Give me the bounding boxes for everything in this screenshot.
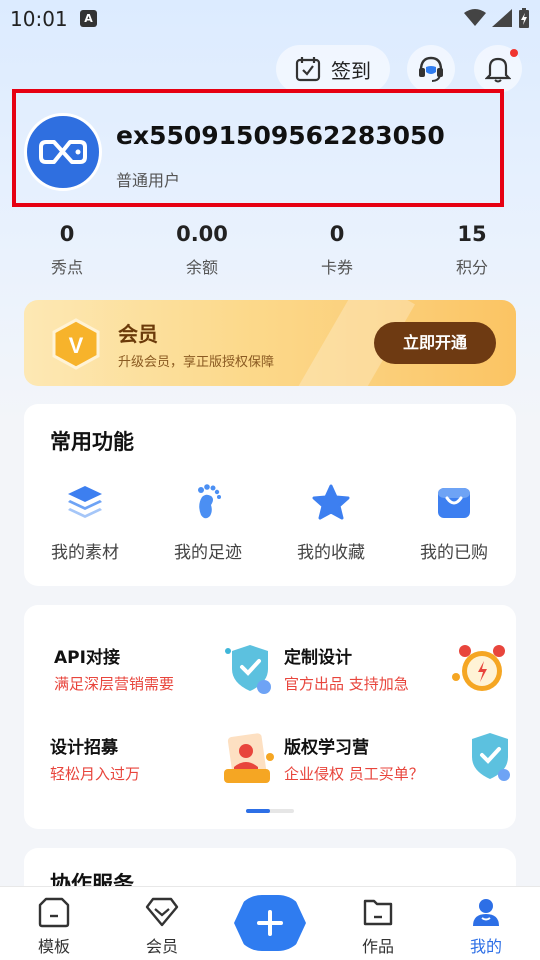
signal-icon — [492, 9, 512, 27]
nav-label: 模板 — [37, 937, 70, 956]
stat-value: 0 — [59, 222, 75, 246]
stat-label: 余额 — [185, 258, 218, 277]
promo-subtitle: 轻松月入过万 — [50, 765, 141, 783]
vip-badge-letter: V — [69, 333, 84, 358]
func-my-favorites[interactable]: 我的收藏 — [276, 482, 386, 563]
nav-label: 会员 — [145, 937, 178, 956]
nav-templates[interactable]: 模板 — [14, 895, 94, 957]
nav-label: 作品 — [361, 937, 394, 956]
template-icon — [37, 895, 71, 929]
alarm-clock-icon — [452, 645, 505, 691]
shield-check-icon — [225, 645, 271, 694]
user-icon — [469, 895, 503, 929]
stat-coupons[interactable]: 0 卡券 — [297, 222, 377, 278]
shopping-bag-icon — [434, 482, 474, 522]
profile-card[interactable]: ex55091509562283050 普通用户 — [12, 89, 504, 207]
sign-in-label: 签到 — [331, 58, 371, 83]
stat-xiudian[interactable]: 0 秀点 — [27, 222, 107, 278]
promo-subtitle: 满足深层营销需要 — [54, 675, 175, 693]
func-label: 我的已购 — [420, 543, 488, 563]
nav-label: 我的 — [469, 937, 502, 956]
nav-vip[interactable]: 会员 — [122, 895, 202, 957]
stat-value: 0.00 — [176, 222, 228, 246]
stat-value: 0 — [329, 222, 345, 246]
username: ex55091509562283050 — [116, 121, 445, 150]
status-bar: 10:01 A — [0, 0, 540, 38]
headset-icon — [419, 56, 443, 82]
sign-in-button[interactable]: 签到 — [276, 45, 390, 93]
promo-copyright-camp[interactable]: 版权学习营 企业侵权 员工买单？ — [284, 733, 514, 803]
vip-badge-icon: V — [52, 318, 100, 370]
func-label: 我的收藏 — [297, 543, 365, 563]
bottom-nav: 模板 会员 作品 我的 — [0, 886, 540, 960]
promo-title: 定制设计 — [284, 648, 352, 668]
bell-icon — [485, 57, 511, 83]
layers-icon — [65, 482, 105, 522]
stat-points[interactable]: 15 积分 — [432, 222, 512, 278]
battery-icon — [519, 8, 529, 28]
promo-title: API对接 — [54, 648, 120, 668]
promo-subtitle: 企业侵权 员工买单？ — [284, 765, 424, 783]
accessibility-icon: A — [80, 10, 97, 27]
stat-label: 秀点 — [50, 258, 83, 277]
stat-label: 卡券 — [320, 258, 353, 277]
promo-title: 版权学习营 — [284, 738, 369, 758]
nav-mine[interactable]: 我的 — [446, 895, 526, 957]
promo-title: 设计招募 — [50, 738, 118, 758]
func-label: 我的素材 — [51, 543, 119, 563]
vip-subtitle: 升级会员，享正版授权保障 — [118, 355, 275, 370]
folder-icon — [361, 895, 395, 929]
status-time: 10:01 — [10, 7, 68, 31]
stat-label: 积分 — [455, 258, 488, 277]
vip-open-button[interactable]: 立即开通 — [374, 322, 496, 364]
avatar[interactable] — [24, 113, 102, 191]
designer-icon — [224, 733, 274, 783]
func-label: 我的足迹 — [174, 543, 242, 563]
promo-card: API对接 满足深层营销需要 定制设计 官方出品 支持加急 设计招募 轻松月入过… — [24, 605, 516, 829]
promo-subtitle: 官方出品 支持加急 — [284, 675, 409, 693]
user-type: 普通用户 — [116, 171, 181, 190]
func-my-materials[interactable]: 我的素材 — [30, 482, 140, 563]
promo-custom-design[interactable]: 定制设计 官方出品 支持加急 — [284, 643, 514, 713]
promo-api[interactable]: API对接 满足深层营销需要 — [54, 643, 284, 713]
stat-value: 15 — [457, 222, 487, 246]
diamond-icon — [145, 895, 179, 929]
promo-design-recruit[interactable]: 设计招募 轻松月入过万 — [50, 733, 280, 803]
create-button[interactable] — [234, 895, 306, 951]
stat-balance[interactable]: 0.00 余额 — [162, 222, 242, 278]
notification-button[interactable] — [474, 45, 522, 93]
wifi-icon — [464, 9, 486, 26]
carousel-indicator-active — [246, 809, 270, 813]
nav-works[interactable]: 作品 — [338, 895, 418, 957]
plus-icon — [257, 910, 283, 936]
status-icons — [464, 8, 530, 28]
stats-row: 0 秀点 0.00 余额 0 卡券 15 积分 — [0, 222, 540, 284]
star-icon — [311, 482, 351, 522]
vip-banner[interactable]: V 会员 升级会员，享正版授权保障 立即开通 — [24, 300, 516, 386]
notification-dot — [510, 49, 518, 57]
shield-check-icon — [472, 733, 510, 781]
customer-service-button[interactable] — [407, 45, 455, 93]
calendar-check-icon — [295, 57, 321, 82]
logo-icon — [39, 140, 87, 164]
func-my-purchases[interactable]: 我的已购 — [399, 482, 509, 563]
func-my-footprints[interactable]: 我的足迹 — [153, 482, 263, 563]
common-functions-card: 常用功能 我的素材 我的足迹 我的收藏 我的已购 — [24, 404, 516, 586]
carousel-indicator — [246, 809, 294, 813]
section-title: 常用功能 — [50, 430, 134, 454]
vip-title: 会员 — [118, 322, 158, 346]
footprint-icon — [188, 482, 228, 522]
